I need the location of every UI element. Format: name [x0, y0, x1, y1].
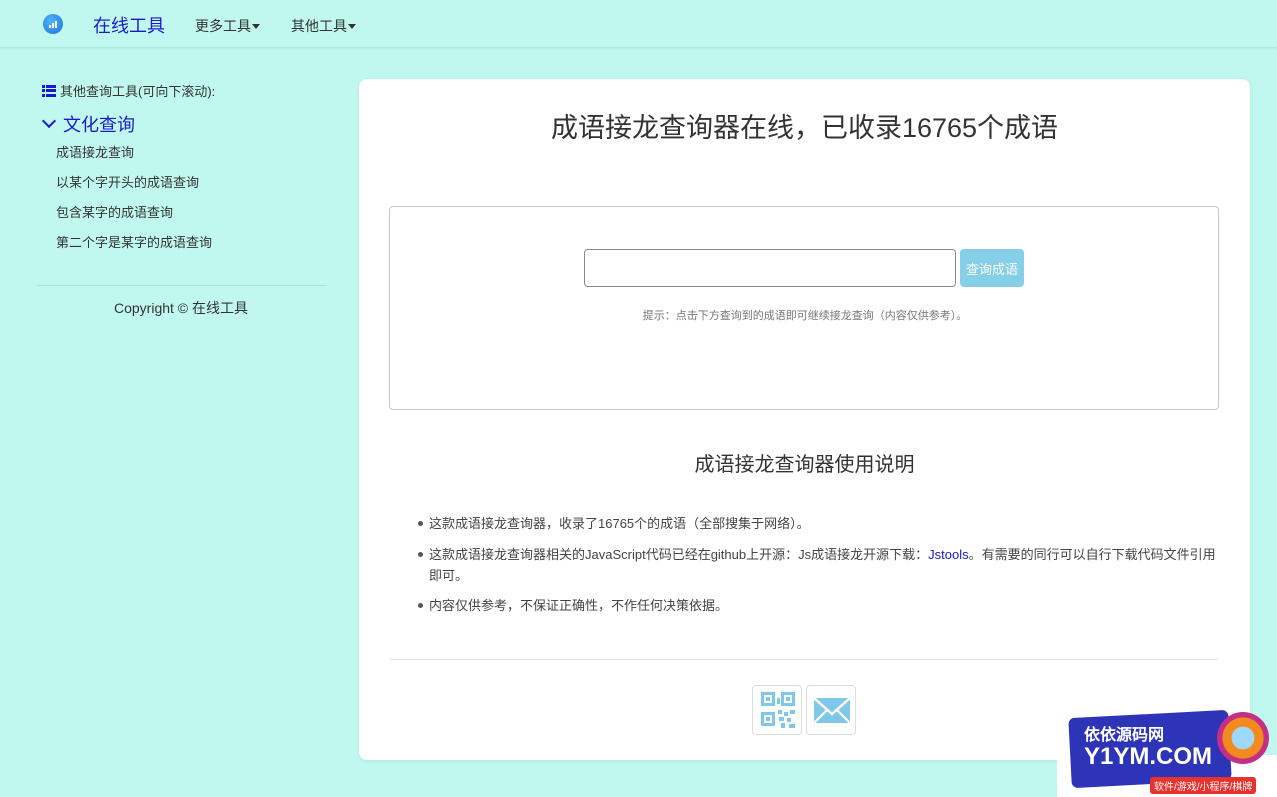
sidebar-link-idiom-chain[interactable]: 成语接龙查询	[56, 142, 134, 161]
watermark-tagline: 软件/游戏/小程序/棋牌	[1150, 777, 1257, 794]
page-title: 成语接龙查询器在线，已收录16765个成语	[550, 113, 1059, 143]
search-panel: 查询成语 提示：点击下方查询到的成语即可继续接龙查询（内容仅供参考）。	[389, 206, 1219, 410]
sidebar-category-culture[interactable]: 文化查询	[40, 111, 135, 137]
brand-link[interactable]: 在线工具	[93, 12, 165, 38]
main-card: 成语接龙查询器在线，已收录16765个成语 查询成语 提示：点击下方查询到的成语…	[359, 79, 1250, 760]
qr-share-button[interactable]	[752, 685, 802, 735]
jstools-link[interactable]: Jstools	[928, 547, 968, 562]
nav-more-tools-label: 更多工具	[195, 18, 251, 34]
copyright-text: Copyright © 在线工具	[114, 300, 249, 316]
sidebar-divider	[37, 285, 327, 286]
card-divider	[389, 659, 1219, 660]
magnifier-icon	[1217, 712, 1269, 764]
mail-share-button[interactable]	[806, 685, 856, 735]
nav-other-tools-label: 其他工具	[291, 18, 347, 34]
nav-more-tools-dropdown[interactable]: 更多工具	[195, 16, 260, 36]
watermark-text: 依依源码网	[1084, 727, 1165, 744]
usage-item-text: 这款成语接龙查询器相关的JavaScript代码已经在github上开源：Js成…	[429, 547, 929, 562]
watermark-badge: 依依源码网 Y1YM.COM 软件/游戏/小程序/棋牌	[1057, 707, 1277, 797]
sidebar-link-idiom-second-char[interactable]: 第二个字是某字的成语查询	[56, 232, 212, 251]
mail-icon	[813, 697, 851, 724]
caret-down-icon	[252, 23, 260, 29]
usage-item: 这款成语接龙查询器相关的JavaScript代码已经在github上开源：Js成…	[418, 544, 1219, 586]
chevron-down-icon	[41, 113, 57, 129]
list-icon	[42, 84, 56, 97]
nav-other-tools-dropdown[interactable]: 其他工具	[291, 16, 356, 36]
sidebar-heading: 其他查询工具(可向下滚动):	[42, 81, 215, 100]
top-navbar: 在线工具 更多工具 其他工具	[0, 0, 1277, 48]
site-logo-icon[interactable]	[43, 14, 63, 34]
idiom-search-input[interactable]	[584, 249, 956, 287]
usage-item: 内容仅供参考，不保证正确性，不作任何决策依据。	[418, 595, 1219, 616]
watermark-domain: Y1YM.COM	[1084, 743, 1213, 770]
caret-down-icon	[348, 23, 356, 29]
usage-item: 这款成语接龙查询器，收录了16765个的成语（全部搜集于网络）。	[418, 513, 1219, 534]
search-idiom-button[interactable]: 查询成语	[960, 249, 1024, 287]
sidebar-link-idiom-contains[interactable]: 包含某字的成语查询	[56, 202, 173, 221]
usage-title: 成语接龙查询器使用说明	[694, 454, 915, 476]
sidebar-link-idiom-starts-with[interactable]: 以某个字开头的成语查询	[56, 172, 199, 191]
search-hint: 提示：点击下方查询到的成语即可继续接龙查询（内容仅供参考）。	[642, 310, 968, 322]
sidebar-heading-text: 其他查询工具(可向下滚动):	[60, 84, 216, 99]
sidebar-category-label: 文化查询	[63, 115, 135, 135]
qr-code-icon	[761, 692, 795, 728]
